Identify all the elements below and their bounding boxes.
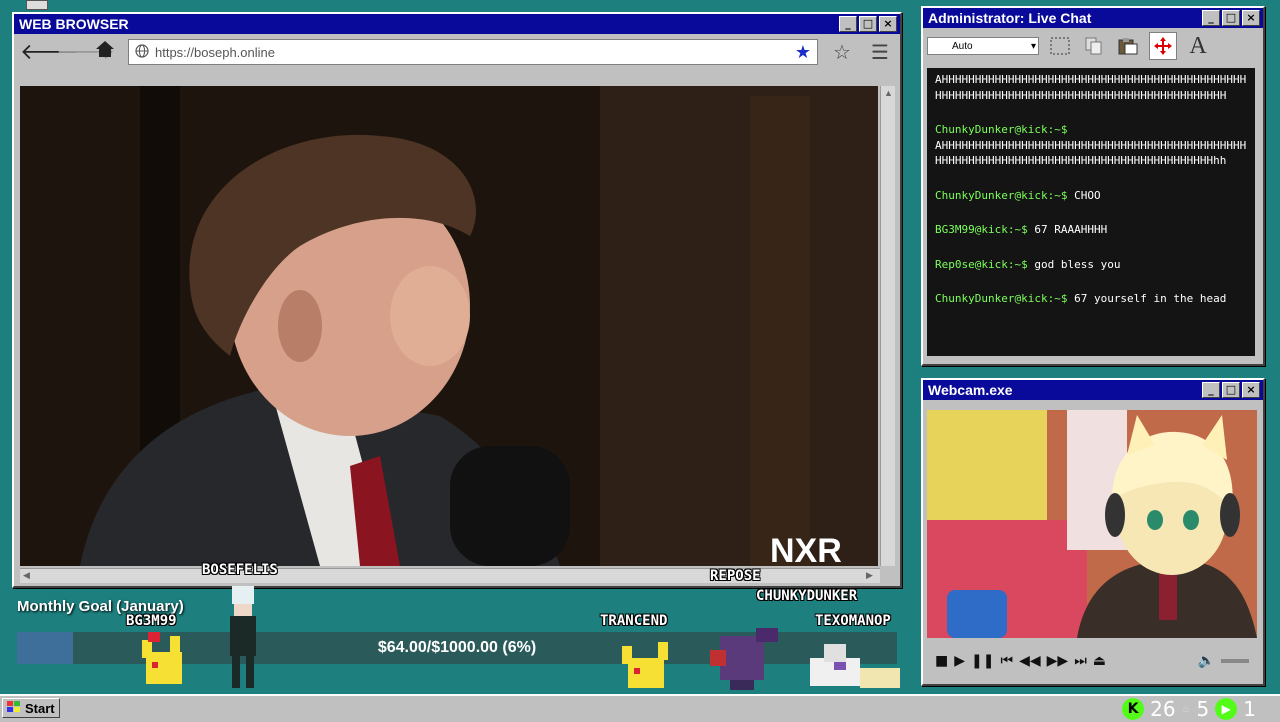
font-size-select[interactable]: Auto ▾	[927, 37, 1039, 55]
desktop-icon[interactable]	[26, 0, 48, 10]
live-chat-window: Administrator: Live Chat _ □ × Auto ▾ A …	[921, 6, 1265, 366]
stop-icon[interactable]: ■	[935, 653, 948, 669]
system-tray: K 26 ♨ 5 ▶ 1	[1122, 696, 1256, 722]
chat-messages: AHHHHHHHHHHHHHHHHHHHHHHHHHHHHHHHHHHHHHHH…	[927, 68, 1255, 356]
start-label: Start	[25, 700, 55, 716]
fast-forward-icon[interactable]: ▶▶	[1047, 653, 1069, 669]
scroll-up-icon[interactable]: ▲	[884, 88, 893, 98]
volume-slider[interactable]	[1221, 659, 1249, 663]
webcam-maximize-button[interactable]: □	[1222, 382, 1240, 398]
chevron-down-icon: ▾	[1030, 40, 1036, 52]
chat-title: Administrator: Live Chat	[928, 10, 1092, 26]
globe-icon	[135, 43, 149, 61]
back-icon[interactable]: 🡐	[20, 39, 79, 65]
scroll-right-icon[interactable]: ▶	[866, 570, 873, 581]
tray-count: 5	[1196, 697, 1210, 721]
viewer-name: BG3M99	[126, 613, 177, 629]
webcam-close-button[interactable]: ×	[1242, 382, 1260, 398]
scroll-left-icon[interactable]: ◀	[23, 570, 30, 581]
close-button[interactable]: ×	[879, 16, 897, 32]
favorites-star-icon[interactable]: ☆	[828, 40, 856, 64]
font-icon[interactable]: A	[1185, 33, 1211, 59]
chat-message: ChunkyDunker@kick:~$ 67 yourself in the …	[935, 291, 1247, 307]
windows-logo-icon	[7, 700, 21, 716]
video-frame: NXR	[20, 86, 878, 566]
chat-username: BG3M99@kick:~$	[935, 223, 1028, 236]
address-bar[interactable]: https://boseph.online ★	[128, 39, 818, 65]
webcam-titlebar[interactable]: Webcam.exe _ □ ×	[923, 380, 1263, 400]
maximize-button[interactable]: □	[859, 16, 877, 32]
chat-text: god bless you	[1034, 257, 1121, 271]
chat-username: ChunkyDunker@kick:~$	[935, 123, 1068, 136]
viewer-name: TRANCEND	[600, 613, 668, 629]
minimize-button[interactable]: _	[839, 16, 857, 32]
browser-titlebar[interactable]: WEB BROWSER _ □ ×	[14, 14, 900, 34]
vtuber-avatar-image	[927, 410, 1257, 638]
tray-count: 1	[1243, 697, 1256, 721]
video-watermark: NXR	[770, 532, 842, 566]
viewer-name: TEXOMANOP	[815, 613, 891, 629]
skip-forward-icon[interactable]: ⏭	[1074, 653, 1087, 669]
play-icon[interactable]: ▶	[954, 653, 965, 669]
creature-sprite	[810, 644, 900, 688]
url-text: https://boseph.online	[155, 44, 275, 60]
skip-back-icon[interactable]: ⏮	[1000, 653, 1013, 669]
tray-count: 26	[1150, 697, 1176, 721]
kick-logo-icon[interactable]: K	[1122, 698, 1145, 720]
chat-minimize-button[interactable]: _	[1202, 10, 1220, 26]
copy-icon[interactable]	[1081, 33, 1107, 59]
volume-icon[interactable]: 🔈	[1198, 653, 1215, 669]
rewind-icon[interactable]: ◀◀	[1019, 653, 1041, 669]
font-size-value: Auto	[952, 40, 973, 52]
chat-username: ChunkyDunker@kick:~$	[935, 188, 1068, 202]
webcam-view	[927, 410, 1257, 638]
chat-message: BG3M99@kick:~$ 67 RAAAHHHH	[935, 222, 1247, 238]
chat-message: Rep0se@kick:~$ god bless you	[935, 257, 1247, 273]
chat-text: CHOO	[1074, 188, 1101, 202]
menu-hamburger-icon[interactable]: ☰	[866, 40, 894, 64]
chat-titlebar[interactable]: Administrator: Live Chat _ □ ×	[923, 8, 1263, 28]
paste-icon[interactable]	[1115, 33, 1141, 59]
chat-text: 67 yourself in the head	[1074, 292, 1227, 305]
select-region-icon[interactable]	[1047, 33, 1073, 59]
avatar-sprite	[230, 586, 256, 688]
chat-message: ChunkyDunker@kick:~$ AHHHHHHHHHHHHHHHHHH…	[935, 122, 1247, 169]
chat-close-button[interactable]: ×	[1242, 10, 1260, 26]
move-icon[interactable]	[1149, 32, 1177, 60]
chat-text: AHHHHHHHHHHHHHHHHHHHHHHHHHHHHHHHHHHHHHHH…	[935, 73, 1247, 102]
cozy-icon[interactable]: ♨	[1182, 704, 1191, 715]
home-icon[interactable]	[92, 39, 118, 65]
pause-icon[interactable]: ❚❚	[971, 653, 994, 669]
media-controls: ■ ▶ ❚❚ ⏮ ◀◀ ▶▶ ⏭ ⏏ 🔈	[927, 646, 1257, 676]
browser-toolbar: 🡐 🡒 https://boseph.online ★ ☆ ☰	[14, 34, 900, 70]
start-button[interactable]: Start	[2, 698, 60, 718]
play-circle-icon[interactable]: ▶	[1215, 698, 1238, 720]
viewer-name: REPOSE	[710, 568, 761, 584]
video-viewport[interactable]: NXR	[20, 86, 878, 566]
taskbar: Start K 26 ♨ 5 ▶ 1	[0, 694, 1280, 722]
webcam-minimize-button[interactable]: _	[1202, 382, 1220, 398]
viewer-name: CHUNKYDUNKER	[756, 588, 858, 604]
chat-username: Rep0se@kick:~$	[935, 257, 1028, 271]
bookmark-star-icon[interactable]: ★	[795, 42, 811, 63]
pikachu-sprite	[142, 632, 182, 684]
chat-message: AHHHHHHHHHHHHHHHHHHHHHHHHHHHHHHHHHHHHHHH…	[935, 72, 1247, 103]
chat-text: AHHHHHHHHHHHHHHHHHHHHHHHHHHHHHHHHHHHHHHH…	[935, 138, 1247, 168]
chat-maximize-button[interactable]: □	[1222, 10, 1240, 26]
pikachu-sprite	[622, 642, 668, 688]
chat-text: 67 RAAAHHHH	[1034, 223, 1108, 236]
forward-icon[interactable]: 🡒	[56, 39, 115, 65]
eject-icon[interactable]: ⏏	[1093, 653, 1106, 669]
viewer-name: BOSEFELIS	[202, 562, 278, 578]
vertical-scrollbar[interactable]: ▲	[880, 86, 895, 566]
dragon-sprite	[710, 628, 778, 690]
chat-toolbar: Auto ▾ A	[923, 28, 1263, 64]
chat-message: ChunkyDunker@kick:~$ CHOO	[935, 188, 1247, 204]
webcam-window: Webcam.exe _ □ × ■ ▶ ❚❚ ⏮ ◀◀ ▶▶ ⏭ ⏏ 🔈	[921, 378, 1265, 686]
webcam-title: Webcam.exe	[928, 382, 1013, 398]
browser-window: WEB BROWSER _ □ × 🡐 🡒 https://boseph.onl…	[12, 12, 902, 588]
chat-username: ChunkyDunker@kick:~$	[935, 292, 1068, 305]
browser-title: WEB BROWSER	[19, 16, 129, 32]
